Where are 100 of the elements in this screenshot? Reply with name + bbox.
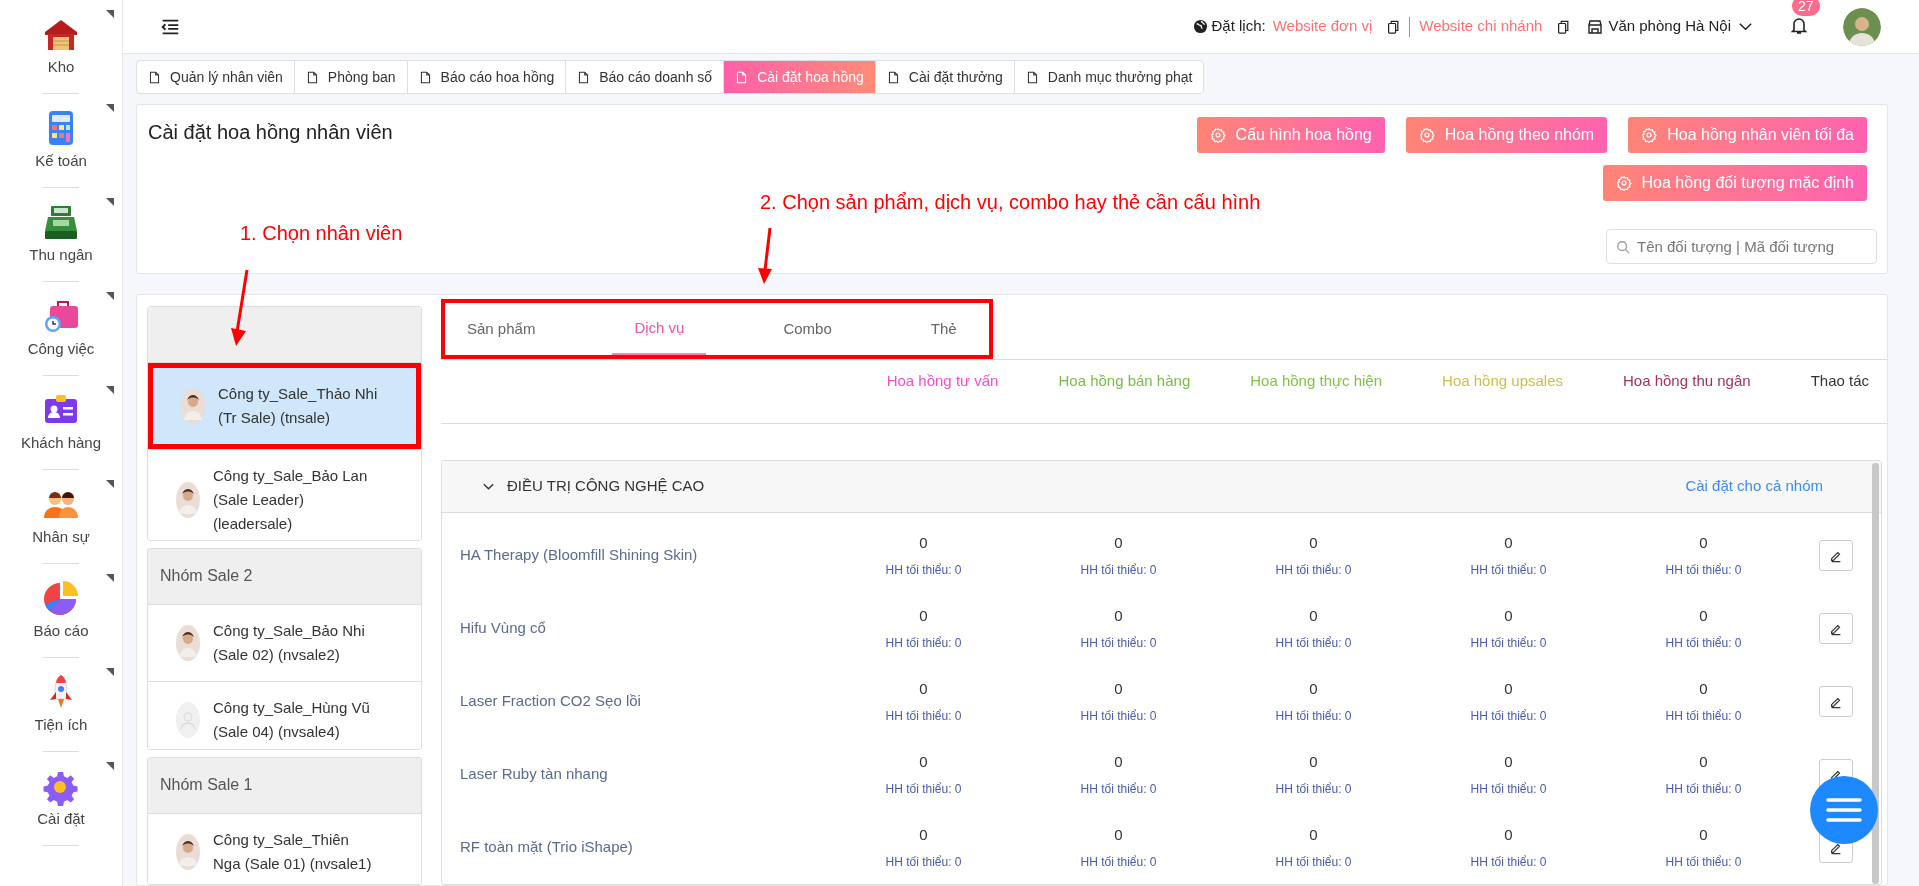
minimum-commission: HH tối thiểu: 0	[885, 707, 962, 725]
avatar	[181, 388, 205, 424]
commission-value: 0	[1114, 825, 1123, 846]
corner-triangle-icon	[106, 574, 114, 582]
minimum-commission: HH tối thiểu: 0	[1275, 707, 1352, 725]
annotation-text: 2. Chọn sản phẩm, dịch vụ, combo hay thẻ cần cấu hình	[760, 190, 1261, 215]
tab[interactable]: Quản lý nhân viên	[137, 61, 294, 93]
minimum-commission: HH tối thiểu: 0	[885, 561, 962, 579]
minimum-commission: HH tối thiểu: 0	[1080, 561, 1157, 579]
notification-badge: 27	[1792, 0, 1820, 16]
gear-icon	[1209, 127, 1226, 143]
scrollbar[interactable]	[1872, 463, 1879, 884]
minimum-commission: HH tối thiểu: 0	[1665, 634, 1742, 652]
sidebar-item[interactable]: Báo cáo	[0, 564, 122, 657]
corner-triangle-icon	[106, 10, 114, 18]
corner-triangle-icon	[106, 480, 114, 488]
sidebar-item[interactable]: Cài đặt	[0, 752, 122, 845]
corner-triangle-icon	[106, 762, 114, 770]
group-header[interactable]: ĐIỀU TRỊ CÔNG NGHỆ CAO Cài đặt cho cả nhóm	[442, 461, 1881, 513]
edit-button[interactable]	[1819, 540, 1853, 571]
tab[interactable]: Báo cáo hoa hồng	[406, 61, 566, 93]
commission-value: 0	[1309, 825, 1318, 846]
file-icon	[577, 69, 591, 85]
copy-icon[interactable]	[1386, 18, 1401, 35]
minimum-commission: HH tối thiểu: 0	[1665, 707, 1742, 725]
commission-value: 0	[1309, 606, 1318, 627]
minimum-commission: HH tối thiểu: 0	[1470, 707, 1547, 725]
tab[interactable]: Sản phẩm	[445, 303, 558, 355]
edit-button[interactable]	[1819, 613, 1853, 644]
column-header: Hoa hồng thực hiện	[1250, 371, 1383, 392]
employee-item[interactable]: Công ty_Sale_Thảo Nhi (Tr Sale) (tnsale)	[148, 363, 421, 449]
commission-value: 0	[1114, 533, 1123, 554]
column-header: Hoa hồng thu ngân	[1623, 371, 1751, 392]
copy-icon[interactable]	[1556, 18, 1571, 35]
commission-value: 0	[1504, 533, 1513, 554]
file-icon	[886, 69, 900, 85]
file-icon	[148, 69, 161, 85]
corner-triangle-icon	[106, 386, 114, 394]
commission-value: 0	[919, 533, 928, 554]
store-icon	[1587, 18, 1604, 35]
gear-icon	[1418, 127, 1435, 143]
commission-value: 0	[1504, 606, 1513, 627]
minimum-commission: HH tối thiểu: 0	[885, 634, 962, 652]
sidebar-item[interactable]: Nhân sự	[0, 470, 122, 563]
avatar[interactable]	[1843, 7, 1881, 46]
tab[interactable]: Cài đặt thưởng	[874, 61, 1014, 93]
minimum-commission: HH tối thiểu: 0	[1665, 853, 1742, 871]
search-field[interactable]: Tên đối tượng | Mã đối tượng	[1606, 229, 1877, 264]
commission-value: 0	[919, 752, 928, 773]
booking-label: Đặt lịch:	[1211, 16, 1266, 37]
file-icon	[1025, 69, 1039, 85]
globe-icon	[1193, 19, 1209, 34]
commission-value: 0	[1504, 752, 1513, 773]
minimum-commission: HH tối thiểu: 0	[1470, 561, 1547, 579]
minimum-commission: HH tối thiểu: 0	[1275, 634, 1352, 652]
commission-value: 0	[1699, 533, 1708, 554]
minimum-commission: HH tối thiểu: 0	[885, 853, 962, 871]
commission-value: 0	[1309, 533, 1318, 554]
minimum-commission: HH tối thiểu: 0	[1080, 634, 1157, 652]
corner-triangle-icon	[106, 668, 114, 676]
commission-value: 0	[1309, 679, 1318, 700]
sidebar-item[interactable]: Tiện ích	[0, 658, 122, 751]
employee-item[interactable]: Công ty_Sale_Hùng Vũ (Sale 04) (nvsale4)	[148, 680, 421, 749]
avatar-placeholder	[176, 701, 200, 738]
minimum-commission: HH tối thiểu: 0	[885, 780, 962, 798]
tab[interactable]: Phòng ban	[293, 61, 407, 93]
commission-value: 0	[1309, 752, 1318, 773]
file-icon	[305, 69, 319, 85]
group-title: Nhóm Sale 2	[160, 566, 253, 587]
edit-button[interactable]	[1819, 686, 1853, 717]
tab[interactable]: Thẻ	[908, 303, 979, 355]
gear-icon	[1641, 127, 1658, 143]
bell-icon[interactable]	[1789, 15, 1809, 36]
group-title: Nhóm Sale 1	[160, 775, 253, 796]
corner-triangle-icon	[106, 292, 114, 300]
commission-value: 0	[919, 825, 928, 846]
employee-item[interactable]: Công ty_Sale_Bảo Lan (Sale Leader) (leadersale)	[148, 449, 421, 540]
file-icon	[735, 69, 749, 85]
service-name: RF toàn mặt (Trio iShape)	[460, 837, 634, 858]
minimum-commission: HH tối thiểu: 0	[1275, 853, 1352, 871]
sidebar-item[interactable]: Kho	[0, 0, 122, 93]
sidebar-item[interactable]: Thu ngân	[0, 188, 122, 281]
sidebar-item[interactable]: Khách hàng	[0, 376, 122, 469]
sidebar-item[interactable]: Kế toán	[0, 94, 122, 187]
office-name[interactable]: Văn phòng Hà Nội	[1608, 15, 1731, 38]
service-name: HA Therapy (Bloomfill Shining Skin)	[460, 545, 699, 566]
tab[interactable]: Combo	[761, 303, 854, 355]
minimum-commission: HH tối thiểu: 0	[1665, 780, 1742, 798]
minimum-commission: HH tối thiểu: 0	[1275, 780, 1352, 798]
minimum-commission: HH tối thiểu: 0	[1470, 853, 1547, 871]
commission-value: 0	[1114, 606, 1123, 627]
minimum-commission: HH tối thiểu: 0	[1470, 780, 1547, 798]
column-header: Hoa hồng bán hàng	[1058, 371, 1191, 392]
sidebar-item[interactable]: Công việc	[0, 282, 122, 375]
minimum-commission: HH tối thiểu: 0	[1470, 634, 1547, 652]
minimum-commission: HH tối thiểu: 0	[1275, 561, 1352, 579]
minimum-commission: HH tối thiểu: 0	[1080, 853, 1157, 871]
commission-value: 0	[919, 606, 928, 627]
column-header: Hoa hồng tư vấn	[886, 371, 999, 392]
tab[interactable]: Danh mục thưởng phạt	[1013, 61, 1204, 93]
